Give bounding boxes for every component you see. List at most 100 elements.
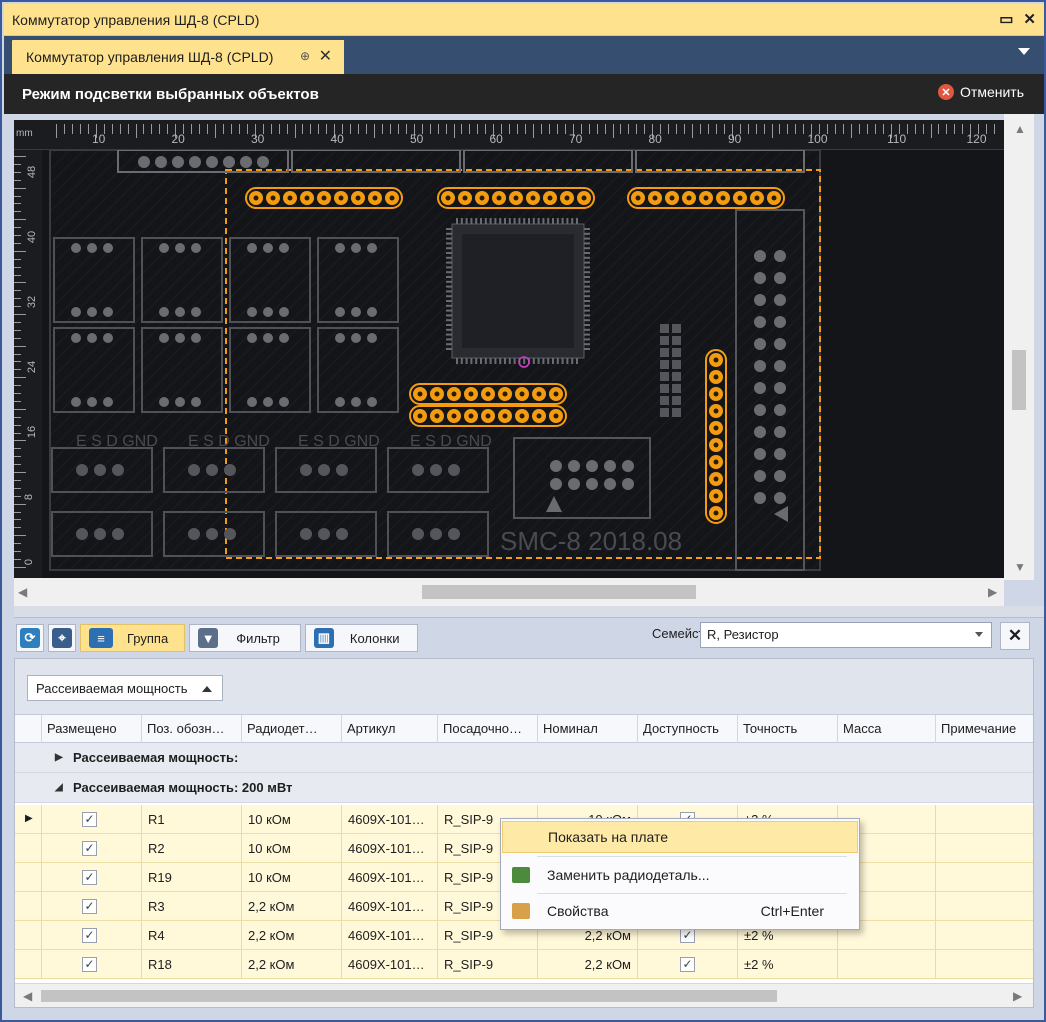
scroll-left-icon[interactable]: ◀ [23, 989, 32, 1003]
part-cell[interactable]: 10 кОм [241, 863, 341, 892]
silk-label-2: E S D GND [188, 433, 270, 450]
article-cell[interactable]: 4609X-101… [341, 892, 437, 921]
scroll-thumb[interactable] [41, 990, 777, 1002]
pad [660, 408, 669, 417]
column-header[interactable]: Примечание [935, 715, 1033, 743]
column-header[interactable]: Доступность [637, 715, 737, 743]
part-cell[interactable]: 2,2 кОм [241, 950, 341, 979]
find-button[interactable]: ⌖ [48, 624, 76, 652]
placed-checkbox[interactable]: ✓ [82, 870, 97, 885]
tab-list-dropdown-icon[interactable] [1018, 48, 1030, 55]
columns-button[interactable]: ▥ Колонки [304, 624, 419, 652]
scroll-thumb[interactable] [422, 585, 696, 599]
scroll-thumb[interactable] [1012, 350, 1026, 410]
scroll-up-icon[interactable]: ▲ [1014, 122, 1026, 136]
column-header[interactable]: Размещено [41, 715, 141, 743]
part-cell[interactable]: 10 кОм [241, 805, 341, 834]
scroll-left-icon[interactable]: ◀ [18, 585, 27, 599]
menu-item-replace-part[interactable]: Заменить радиодеталь... [502, 859, 858, 891]
group-row-expanded[interactable]: ◢ Рассеиваемая мощность: 200 мВт [15, 773, 1033, 803]
placed-checkbox[interactable]: ✓ [82, 899, 97, 914]
part-cell[interactable]: 10 кОм [241, 834, 341, 863]
collapse-icon[interactable]: ◢ [55, 782, 69, 793]
close-icon[interactable]: ✕ [1023, 10, 1036, 28]
note-cell[interactable] [935, 950, 1033, 979]
scroll-right-icon[interactable]: ▶ [1013, 989, 1022, 1003]
scroll-right-icon[interactable]: ▶ [988, 585, 997, 599]
group-row-collapsed[interactable]: ▶ Рассеиваемая мощность: [15, 743, 1033, 773]
column-header[interactable]: Радиодет… [241, 715, 341, 743]
expand-icon[interactable]: ▶ [55, 752, 69, 763]
chip-pin [494, 218, 497, 224]
board-vertical-scrollbar[interactable]: ▲ ▼ [1004, 114, 1034, 580]
clear-filter-button[interactable]: ✕ [1000, 622, 1030, 650]
article-cell[interactable]: 4609X-101… [341, 834, 437, 863]
footprint-cell[interactable]: R_SIP-9 [437, 950, 537, 979]
note-cell[interactable] [935, 892, 1033, 921]
placed-cell: ✓ [41, 834, 141, 863]
board-horizontal-scrollbar[interactable]: ◀ ▶ [14, 578, 1004, 606]
pcb-canvas[interactable]: SMC-8 2018.08 E S D GND E S D GND E S D … [42, 150, 1004, 578]
chip-pin [456, 218, 458, 224]
note-cell[interactable] [935, 921, 1033, 950]
pin-icon[interactable]: ⊕ [300, 49, 310, 63]
tab-close-icon[interactable]: ✕ [319, 46, 332, 66]
article-cell[interactable]: 4609X-101… [341, 950, 437, 979]
note-cell[interactable] [935, 834, 1033, 863]
note-cell[interactable] [935, 863, 1033, 892]
cancel-button[interactable]: ✕ Отменить [938, 84, 1024, 100]
pad [247, 243, 257, 253]
nominal-cell[interactable]: 2,2 кОм [537, 950, 637, 979]
ruler-tick [374, 124, 375, 138]
scroll-down-icon[interactable]: ▼ [1014, 560, 1026, 574]
group-button[interactable]: ≡ Группа [80, 624, 186, 652]
tab-document[interactable]: Коммутатор управления ШД-8 (CPLD) ⊕ ✕ [12, 40, 344, 74]
article-cell[interactable]: 4609X-101… [341, 805, 437, 834]
ruler-tick [111, 124, 113, 134]
group-by-chip[interactable]: Рассеиваемая мощность [27, 675, 223, 701]
column-header[interactable]: Масса [837, 715, 935, 743]
ruler-tick [14, 456, 21, 458]
column-header[interactable]: Посадочно… [437, 715, 537, 743]
menu-item-properties[interactable]: Свойства Ctrl+Enter [502, 895, 858, 927]
table-row[interactable]: ✓ R18 2,2 кОм 4609X-101… R_SIP-9 2,2 кОм ✓ ±2 % [15, 950, 1033, 979]
ref-cell[interactable]: R1 [141, 805, 241, 834]
refresh-button[interactable]: ⟳ [16, 624, 44, 652]
chip-pin [508, 218, 511, 224]
column-header[interactable]: Номинал [537, 715, 637, 743]
filter-button[interactable]: ▼ Фильтр [189, 624, 301, 652]
part-cell[interactable]: 2,2 кОм [241, 892, 341, 921]
note-cell[interactable] [935, 805, 1033, 834]
ref-cell[interactable]: R18 [141, 950, 241, 979]
accuracy-cell[interactable]: ±2 % [737, 950, 837, 979]
ref-cell[interactable]: R19 [141, 863, 241, 892]
chip-pin [513, 358, 516, 364]
ref-cell[interactable]: R4 [141, 921, 241, 950]
family-select[interactable]: R, Резистор [700, 622, 992, 648]
current-row-icon: ▶ [25, 813, 33, 824]
part-cell[interactable]: 2,2 кОм [241, 921, 341, 950]
availability-checkbox[interactable]: ✓ [680, 928, 695, 943]
article-cell[interactable]: 4609X-101… [341, 863, 437, 892]
pad [247, 307, 257, 317]
column-header[interactable]: Артикул [341, 715, 437, 743]
ruler-tick [509, 124, 511, 134]
placed-checkbox[interactable]: ✓ [82, 957, 97, 972]
placed-checkbox[interactable]: ✓ [82, 812, 97, 827]
placed-checkbox[interactable]: ✓ [82, 928, 97, 943]
ruler-tick [469, 124, 471, 134]
ref-cell[interactable]: R3 [141, 892, 241, 921]
menu-item-show-on-board[interactable]: Показать на плате [502, 821, 858, 853]
column-header[interactable]: Точность [737, 715, 837, 743]
availability-checkbox[interactable]: ✓ [680, 957, 695, 972]
restore-icon[interactable]: ▭ [999, 10, 1013, 28]
ref-cell[interactable]: R2 [141, 834, 241, 863]
panel-splitter[interactable] [14, 606, 1044, 618]
pad-hole [321, 195, 327, 201]
window-titlebar[interactable]: Коммутатор управления ШД-8 (CPLD) ▭ ✕ [4, 4, 1044, 36]
column-header[interactable]: Поз. обозн… [141, 715, 241, 743]
mass-cell[interactable] [837, 950, 935, 979]
grid-horizontal-scrollbar[interactable]: ◀ ▶ [15, 983, 1033, 1007]
article-cell[interactable]: 4609X-101… [341, 921, 437, 950]
placed-checkbox[interactable]: ✓ [82, 841, 97, 856]
